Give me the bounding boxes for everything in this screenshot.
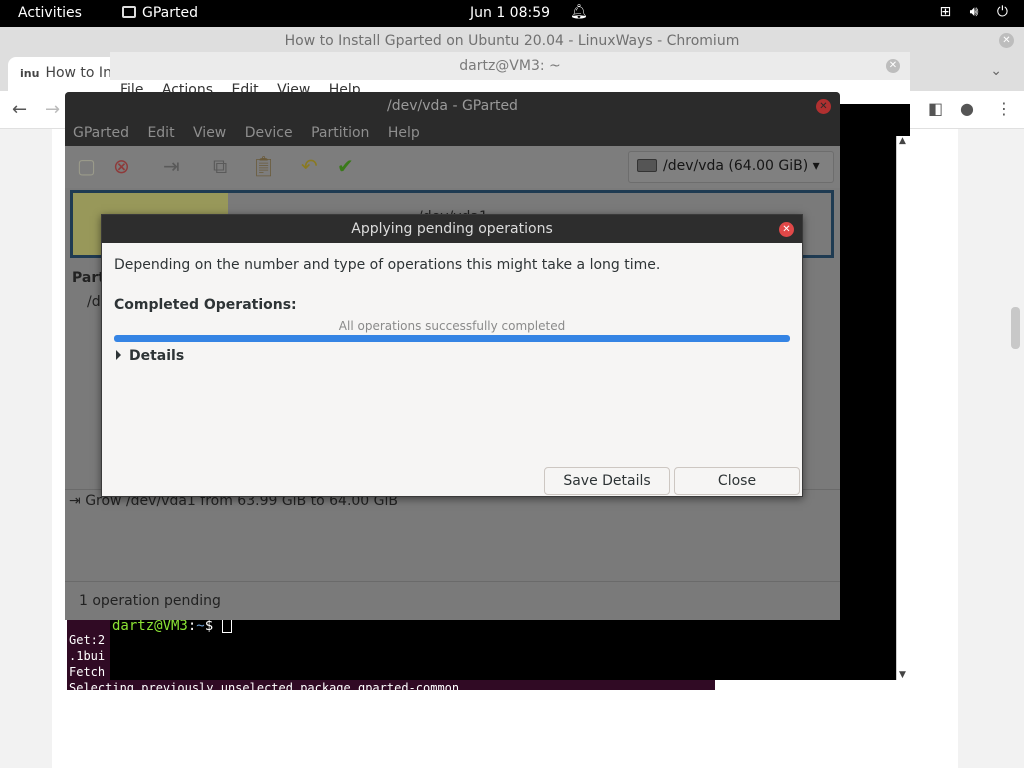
gparted-toolbar: ▢ ⊗ ⇥ ⧉ 📋︎ ↶ ✔ /dev/vda (64.00 GiB) ▾ (65, 146, 840, 188)
menu-gparted[interactable]: GParted (73, 125, 129, 141)
page-scrollbar[interactable] (1011, 307, 1020, 349)
prompt-symbol: $ (204, 618, 214, 634)
close-button[interactable]: Close (674, 467, 800, 495)
linuxways-favicon-icon: inu (20, 67, 40, 80)
gparted-app-icon (122, 6, 136, 18)
apply-operations-dialog: Applying pending operations ✕ Depending … (101, 214, 803, 497)
power-icon: ⏻ (996, 4, 1008, 20)
device-selector-label: /dev/vda (64.00 GiB) (663, 158, 809, 174)
dialog-title: Applying pending operations (351, 221, 553, 237)
app-name: GParted (142, 5, 198, 21)
system-menu[interactable]: ⊞ 🔊︎ ⏻ (925, 4, 1008, 20)
chromium-window-title: How to Install Gparted on Ubuntu 20.04 -… (284, 33, 740, 49)
disk-icon (637, 159, 657, 172)
terminal-prompt: dartz@VM3:~$ (112, 618, 232, 634)
dialog-title-bar: Applying pending operations ✕ (102, 215, 802, 243)
status-text: 1 operation pending (79, 593, 221, 609)
menu-partition[interactable]: Partition (311, 125, 369, 141)
kebab-menu-icon[interactable]: ⋮ (996, 99, 1012, 118)
delete-partition-icon[interactable]: ⊗ (113, 154, 130, 178)
pending-operations-panel: ⇥ Grow /dev/vda1 from 63.99 GiB to 64.00… (65, 489, 840, 581)
copy-icon[interactable]: ⧉ (213, 154, 227, 178)
dialog-close-icon[interactable]: ✕ (779, 222, 794, 237)
network-icon: ⊞ (939, 4, 952, 20)
terminal-line: Selecting previously unselected package … (69, 681, 467, 690)
prompt-dir: ~ (196, 618, 205, 634)
resize-operation-icon: ⇥ (69, 493, 81, 509)
new-partition-icon[interactable]: ▢ (77, 154, 96, 178)
terminal-close-icon[interactable]: ✕ (886, 59, 900, 73)
apply-icon[interactable]: ✔ (337, 154, 354, 178)
app-menu[interactable]: GParted (122, 5, 198, 21)
paste-icon[interactable]: 📋︎ (251, 154, 276, 178)
scroll-down-icon[interactable]: ▼ (899, 670, 906, 680)
chromium-title-bar: How to Install Gparted on Ubuntu 20.04 -… (0, 27, 1024, 55)
gparted-title-bar: /dev/vda - GParted ✕ (65, 92, 840, 120)
completed-operations-label: Completed Operations: (114, 297, 297, 313)
dialog-message: Depending on the number and type of oper… (114, 257, 661, 273)
device-selector[interactable]: /dev/vda (64.00 GiB) ▾ (628, 151, 834, 183)
gparted-menu-bar: GParted Edit View Device Partition Help (65, 120, 840, 146)
chromium-close-icon[interactable]: ✕ (999, 33, 1014, 48)
activities-button[interactable]: Activities (18, 5, 82, 21)
partition-column-header[interactable]: Part (72, 270, 105, 286)
tab-search-chevron-icon[interactable]: ⌄ (990, 63, 1002, 79)
menu-view[interactable]: View (193, 125, 226, 141)
resize-move-icon[interactable]: ⇥ (163, 154, 180, 178)
terminal-title-bar: dartz@VM3: ~ ✕ (110, 52, 910, 80)
operation-status-text: All operations successfully completed (338, 319, 566, 333)
gparted-close-icon[interactable]: ✕ (816, 99, 831, 114)
prompt-user: dartz@VM3 (112, 618, 188, 634)
status-bar: 1 operation pending (65, 581, 840, 620)
save-details-button[interactable]: Save Details (544, 467, 670, 495)
side-panel-icon[interactable]: ◧ (928, 99, 943, 118)
chromium-tab[interactable]: inu How to In (8, 57, 118, 91)
menu-edit[interactable]: Edit (147, 125, 174, 141)
terminal-title: dartz@VM3: ~ (459, 58, 561, 74)
partition-row[interactable]: /d (87, 294, 101, 310)
chevron-down-icon: ▾ (812, 158, 820, 174)
alarm-icon[interactable]: 🔔︎ (570, 4, 588, 20)
back-arrow-icon[interactable]: ← (12, 99, 27, 120)
terminal-scrollbar[interactable]: ▲ ▼ (896, 136, 910, 680)
menu-help[interactable]: Help (388, 125, 420, 141)
tab-label: How to In (45, 65, 112, 81)
details-label: Details (129, 348, 185, 364)
gparted-title: /dev/vda - GParted (387, 98, 518, 114)
volume-icon: 🔊︎ (969, 4, 979, 20)
menu-device[interactable]: Device (245, 125, 293, 141)
undo-icon[interactable]: ↶ (301, 154, 318, 178)
top-bar: Activities GParted Jun 1 08:59 🔔︎ ⊞ 🔊︎ ⏻ (0, 0, 1024, 27)
terminal-cursor (221, 618, 232, 633)
profile-icon[interactable]: ● (960, 99, 974, 118)
clock[interactable]: Jun 1 08:59 (470, 5, 550, 21)
details-expander[interactable]: Details (116, 348, 184, 364)
progress-bar (114, 335, 790, 342)
scroll-up-icon[interactable]: ▲ (899, 136, 906, 146)
progress-fill (114, 335, 790, 342)
forward-arrow-icon[interactable]: → (45, 99, 60, 120)
expander-arrow-icon (116, 350, 121, 360)
